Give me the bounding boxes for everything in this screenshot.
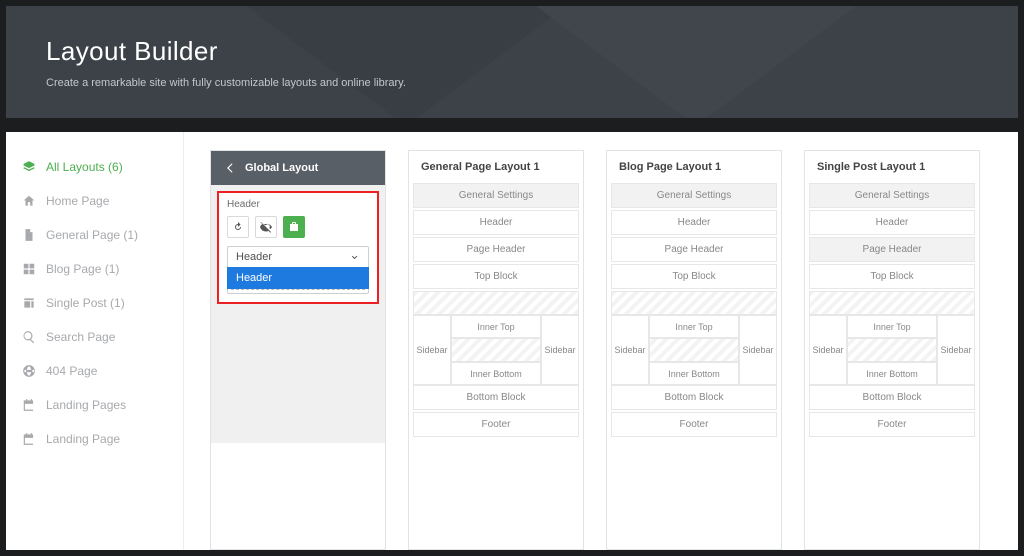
sidebar-item-label: Home Page bbox=[46, 194, 109, 208]
slot-content-hatch bbox=[611, 291, 777, 315]
layout-card-blog[interactable]: Blog Page Layout 1 General Settings Head… bbox=[606, 150, 782, 550]
sidebar-item-label: Search Page bbox=[46, 330, 115, 344]
global-layout-card[interactable]: Global Layout Header bbox=[210, 150, 386, 550]
back-arrow-icon bbox=[223, 161, 237, 175]
slot-footer: Footer bbox=[611, 412, 777, 437]
global-layout-body: Header bbox=[211, 185, 385, 443]
slot-inner-top: Inner Top bbox=[451, 315, 541, 338]
calendar-icon bbox=[22, 398, 36, 412]
apply-button[interactable] bbox=[283, 216, 305, 238]
sidebar-item-all-layouts[interactable]: All Layouts (6) bbox=[6, 150, 183, 184]
slot-page-header: Page Header bbox=[611, 237, 777, 262]
slot-top-block: Top Block bbox=[413, 264, 579, 289]
post-icon bbox=[22, 296, 36, 310]
layers-icon bbox=[22, 160, 36, 174]
sidebar-item-label: Blog Page (1) bbox=[46, 262, 119, 276]
layout-card-single-post[interactable]: Single Post Layout 1 General Settings He… bbox=[804, 150, 980, 550]
calendar-icon bbox=[22, 432, 36, 446]
slot-header: Header bbox=[413, 210, 579, 235]
select-option-header[interactable]: Header bbox=[227, 267, 369, 289]
sidebar-item-search-page[interactable]: Search Page bbox=[6, 320, 183, 354]
layout-card-general[interactable]: General Page Layout 1 General Settings H… bbox=[408, 150, 584, 550]
select-more-indicator bbox=[231, 289, 365, 293]
category-sidebar: All Layouts (6) Home Page General Page (… bbox=[6, 132, 184, 550]
grid-icon bbox=[22, 262, 36, 276]
slot-header: Header bbox=[611, 210, 777, 235]
sidebar-item-landing-page[interactable]: Landing Page bbox=[6, 422, 183, 456]
page-hero: Layout Builder Create a remarkable site … bbox=[6, 6, 1018, 118]
home-icon bbox=[22, 194, 36, 208]
slot-bottom-block: Bottom Block bbox=[611, 385, 777, 410]
slot-inner-bottom: Inner Bottom bbox=[847, 362, 937, 385]
slot-inner-bottom: Inner Bottom bbox=[451, 362, 541, 385]
slot-general-settings: General Settings bbox=[809, 183, 975, 208]
slot-general-settings: General Settings bbox=[413, 183, 579, 208]
slot-inner-bottom: Inner Bottom bbox=[649, 362, 739, 385]
slot-sidebar-left: Sidebar bbox=[413, 315, 451, 385]
refresh-button[interactable] bbox=[227, 216, 249, 238]
layout-card-title: General Page Layout 1 bbox=[409, 151, 583, 183]
slot-footer: Footer bbox=[809, 412, 975, 437]
layouts-grid: Global Layout Header bbox=[184, 132, 1018, 550]
file-icon bbox=[22, 228, 36, 242]
header-config-panel: Header bbox=[217, 191, 379, 304]
select-value[interactable]: Header bbox=[228, 247, 368, 267]
slot-inner-hatch bbox=[847, 338, 937, 362]
slot-content-hatch bbox=[413, 291, 579, 315]
sidebar-item-general-page[interactable]: General Page (1) bbox=[6, 218, 183, 252]
briefcase-icon bbox=[288, 221, 300, 233]
slot-top-block: Top Block bbox=[611, 264, 777, 289]
global-layout-title: Global Layout bbox=[245, 162, 318, 174]
slot-footer: Footer bbox=[413, 412, 579, 437]
sidebar-item-label: Landing Page bbox=[46, 432, 120, 446]
slot-content-hatch bbox=[809, 291, 975, 315]
sidebar-item-label: Landing Pages bbox=[46, 398, 126, 412]
sidebar-item-label: All Layouts (6) bbox=[46, 160, 123, 174]
layout-card-title: Blog Page Layout 1 bbox=[607, 151, 781, 183]
search-icon bbox=[22, 330, 36, 344]
slot-general-settings: General Settings bbox=[611, 183, 777, 208]
slot-page-header: Page Header bbox=[809, 237, 975, 262]
sidebar-item-label: 404 Page bbox=[46, 364, 97, 378]
slot-inner-top: Inner Top bbox=[847, 315, 937, 338]
page-subtitle: Create a remarkable site with fully cust… bbox=[46, 77, 978, 89]
slot-sidebar-right: Sidebar bbox=[937, 315, 975, 385]
slot-sidebar-left: Sidebar bbox=[809, 315, 847, 385]
globe-icon bbox=[22, 364, 36, 378]
sidebar-item-home-page[interactable]: Home Page bbox=[6, 184, 183, 218]
sidebar-item-label: General Page (1) bbox=[46, 228, 138, 242]
sidebar-item-404-page[interactable]: 404 Page bbox=[6, 354, 183, 388]
layout-card-title: Single Post Layout 1 bbox=[805, 151, 979, 183]
slot-inner-hatch bbox=[451, 338, 541, 362]
slot-bottom-block: Bottom Block bbox=[809, 385, 975, 410]
refresh-icon bbox=[232, 221, 244, 233]
slot-page-header: Page Header bbox=[413, 237, 579, 262]
hide-button[interactable] bbox=[255, 216, 277, 238]
sidebar-item-blog-page[interactable]: Blog Page (1) bbox=[6, 252, 183, 286]
sidebar-item-landing-pages[interactable]: Landing Pages bbox=[6, 388, 183, 422]
slot-inner-hatch bbox=[649, 338, 739, 362]
slot-inner-top: Inner Top bbox=[649, 315, 739, 338]
slot-header: Header bbox=[809, 210, 975, 235]
slot-bottom-block: Bottom Block bbox=[413, 385, 579, 410]
sidebar-item-label: Single Post (1) bbox=[46, 296, 125, 310]
page-title: Layout Builder bbox=[46, 36, 978, 67]
hide-icon bbox=[260, 221, 272, 233]
header-template-select[interactable]: Header Header bbox=[227, 246, 369, 294]
slot-sidebar-right: Sidebar bbox=[541, 315, 579, 385]
slot-sidebar-left: Sidebar bbox=[611, 315, 649, 385]
sidebar-item-single-post[interactable]: Single Post (1) bbox=[6, 286, 183, 320]
panel-label: Header bbox=[227, 199, 369, 210]
slot-top-block: Top Block bbox=[809, 264, 975, 289]
global-layout-header[interactable]: Global Layout bbox=[211, 151, 385, 185]
slot-sidebar-right: Sidebar bbox=[739, 315, 777, 385]
